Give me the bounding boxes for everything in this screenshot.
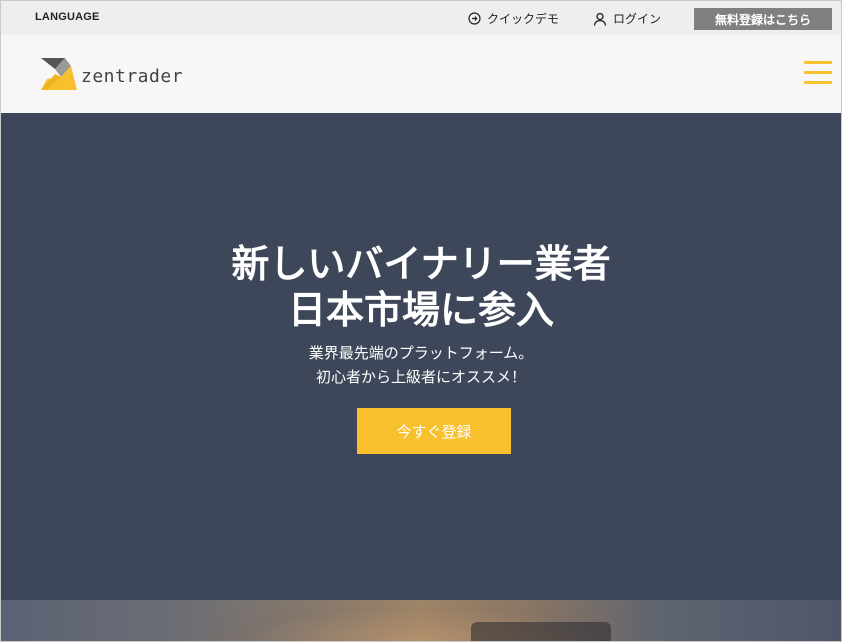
hero-title: 新しいバイナリー業者 日本市場に参入: [1, 241, 841, 333]
hero-subtitle: 業界最先端のプラットフォーム。 初心者から上級者にオススメ！: [1, 341, 841, 389]
background-photo-strip: [1, 600, 841, 641]
zentrader-logo-mark-icon: [41, 58, 77, 94]
language-selector[interactable]: LANGUAGE: [35, 11, 100, 23]
hero-title-line-1: 新しいバイナリー業者: [231, 242, 611, 286]
login-label: ログイン: [613, 12, 662, 26]
logo-text: zentrader: [81, 65, 184, 87]
login-link[interactable]: ログイン: [593, 10, 661, 27]
register-now-button[interactable]: 今すぐ登録: [357, 408, 511, 454]
user-icon: [593, 12, 607, 26]
site-header: zentrader: [1, 35, 841, 113]
hero-subtitle-line-1: 業界最先端のプラットフォーム。: [308, 344, 534, 362]
arrow-circle-icon: [468, 12, 481, 25]
hero-banner: 新しいバイナリー業者 日本市場に参入 業界最先端のプラットフォーム。 初心者から…: [1, 113, 841, 600]
hamburger-menu-icon[interactable]: [804, 61, 832, 85]
hero-title-line-2: 日本市場に参入: [287, 288, 554, 332]
top-utility-bar: LANGUAGE クイックデモ ログイン 無料登録はこちら: [1, 1, 841, 35]
quick-demo-link[interactable]: クイックデモ: [468, 10, 559, 27]
free-register-button[interactable]: 無料登録はこちら: [694, 8, 832, 30]
hero-subtitle-line-2: 初心者から上級者にオススメ！: [315, 368, 526, 386]
browser-viewport: LANGUAGE クイックデモ ログイン 無料登録はこちら zentrader …: [0, 0, 842, 642]
zentrader-logo[interactable]: zentrader: [41, 58, 183, 94]
quick-demo-label: クイックデモ: [487, 12, 560, 26]
